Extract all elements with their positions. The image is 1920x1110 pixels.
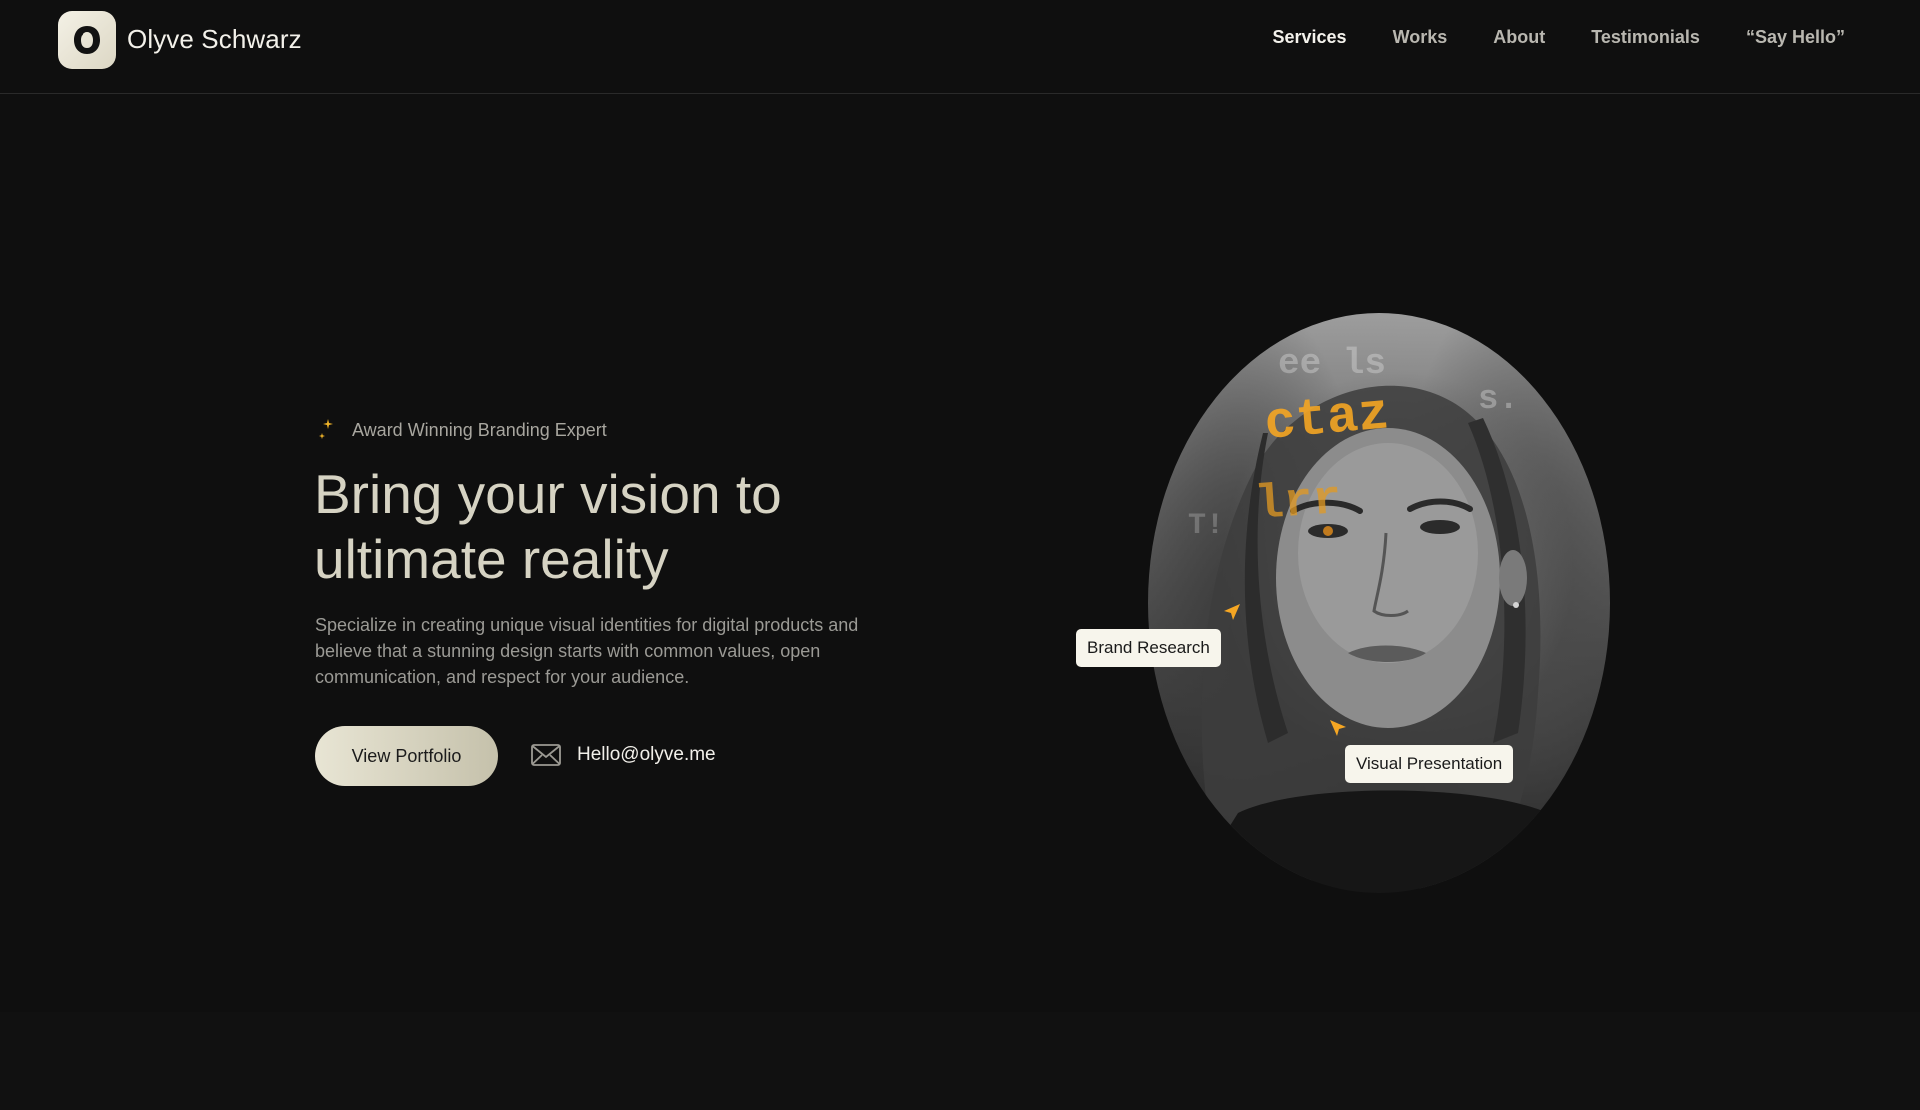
nav-item-testimonials[interactable]: Testimonials <box>1591 27 1700 48</box>
headline-line-2: ultimate reality <box>314 528 669 590</box>
svg-text:s.: s. <box>1478 381 1519 419</box>
email-text: Hello@olyve.me <box>577 744 716 765</box>
logo-mark-icon <box>74 26 100 54</box>
footer-band <box>0 1012 1920 1110</box>
svg-text:T!: T! <box>1188 509 1224 543</box>
brand-research-tag: Brand Research <box>1076 629 1221 667</box>
email-link[interactable]: Hello@olyve.me <box>531 744 716 766</box>
portrait-image: ctaz lrr ee ls s. T! <box>1148 313 1610 893</box>
envelope-icon <box>531 744 561 766</box>
eyebrow-text: Award Winning Branding Expert <box>352 419 607 440</box>
brand-name: Olyve Schwarz <box>127 24 302 54</box>
headline-line-1: Bring your vision to <box>314 463 782 525</box>
eyebrow: Award Winning Branding Expert <box>318 418 607 442</box>
portrait-illustration: ctaz lrr ee ls s. T! <box>1188 343 1610 893</box>
svg-text:ee ls: ee ls <box>1278 343 1386 384</box>
svg-text:ctaz: ctaz <box>1262 384 1391 454</box>
nav-item-works[interactable]: Works <box>1393 27 1448 48</box>
view-portfolio-button[interactable]: View Portfolio <box>315 726 498 786</box>
main-nav: Services Works About Testimonials “Say H… <box>1273 27 1846 48</box>
nav-item-services[interactable]: Services <box>1273 27 1347 48</box>
sparkle-icon <box>319 419 333 439</box>
logo[interactable] <box>58 11 116 69</box>
hero-headline: Bring your vision to ultimate reality <box>314 462 934 592</box>
visual-presentation-tag: Visual Presentation <box>1345 745 1514 783</box>
svg-text:lrr: lrr <box>1253 473 1343 533</box>
nav-item-say-hello[interactable]: “Say Hello” <box>1746 27 1845 48</box>
page: Olyve Schwarz Services Works About Testi… <box>0 0 1920 1110</box>
nav-item-about[interactable]: About <box>1493 27 1545 48</box>
hero-description: Specialize in creating unique visual ide… <box>315 615 859 687</box>
cursor-arrow-icon <box>1330 720 1346 736</box>
cursor-arrow-icon <box>1224 604 1240 620</box>
site-header: Olyve Schwarz Services Works About Testi… <box>0 0 1920 94</box>
